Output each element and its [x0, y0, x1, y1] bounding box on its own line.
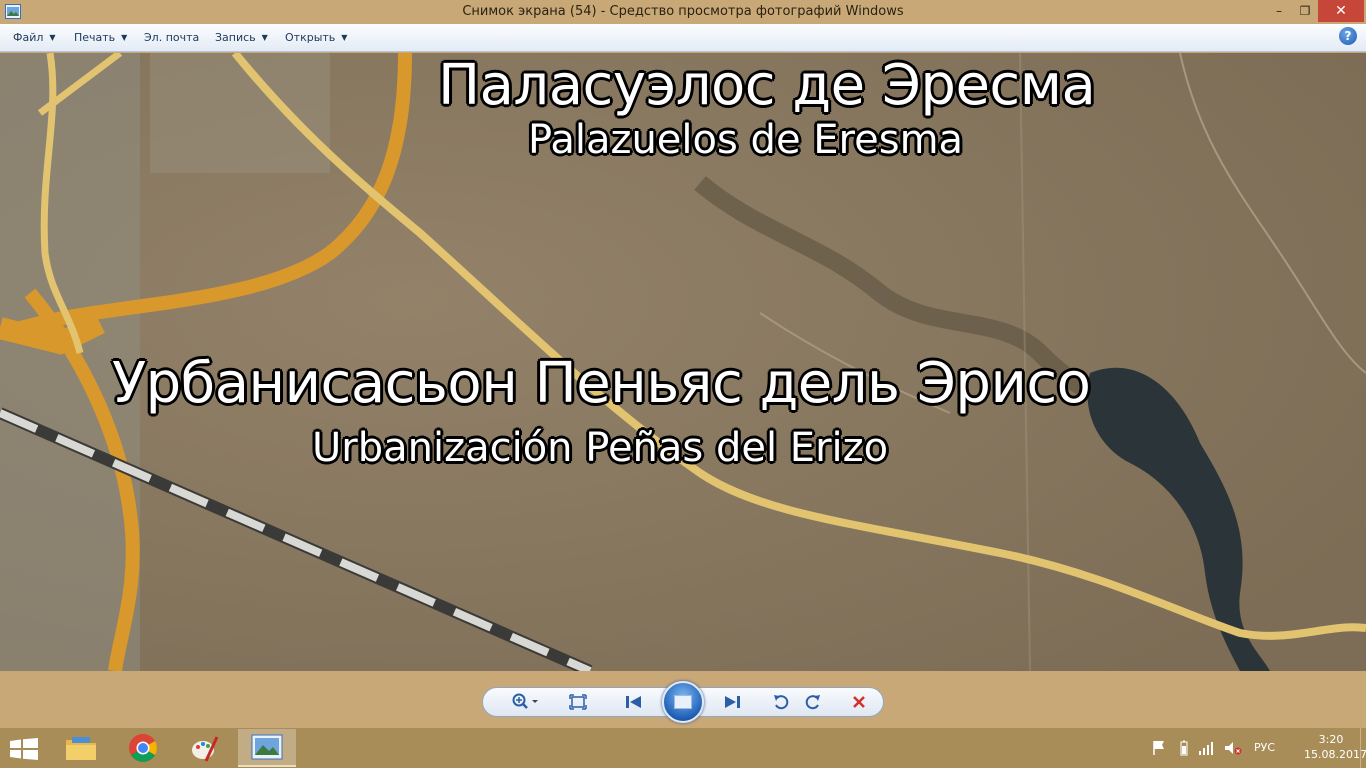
system-clock[interactable]: 3:20 15.08.2017 [1304, 732, 1366, 762]
viewer-toolbar [0, 671, 1366, 728]
rotate-right-icon[interactable] [800, 687, 826, 717]
menu-file[interactable]: Файл ▼ [13, 31, 56, 44]
fit-window-icon[interactable] [562, 687, 594, 717]
chevron-down-icon: ▼ [341, 33, 348, 42]
menu-open-label: Открыть [285, 31, 336, 44]
taskbar: РУС 3:20 15.08.2017 [0, 728, 1366, 768]
map-label-palazuelos-ru: Паласуэлос де Эресма [438, 53, 1096, 118]
chevron-down-icon: ▼ [121, 33, 128, 42]
chevron-down-icon: ▼ [261, 33, 268, 42]
zoom-icon[interactable] [506, 687, 546, 717]
windows-start-icon[interactable] [10, 738, 38, 760]
menu-burn-label: Запись [215, 31, 256, 44]
photo-display[interactable]: Паласуэлос де Эресма Palazuelos de Eresm… [0, 53, 1366, 671]
delete-icon[interactable] [846, 687, 872, 717]
slideshow-screen-icon [674, 695, 692, 709]
chrome-icon[interactable] [114, 729, 172, 767]
window-title: Снимок экрана (54) - Средство просмотра … [462, 4, 904, 19]
maximize-button[interactable]: ❐ [1292, 0, 1318, 22]
title-bar: Снимок экрана (54) - Средство просмотра … [0, 0, 1366, 24]
next-icon[interactable] [710, 687, 754, 717]
input-language-indicator[interactable]: РУС [1254, 741, 1275, 754]
menu-bar: Файл ▼ Печать ▼ Эл. почта Запись ▼ Открыть ▼… [0, 24, 1366, 52]
show-desktop-button[interactable] [1360, 728, 1366, 768]
volume-muted-icon[interactable] [1224, 740, 1242, 756]
photo-viewer-icon[interactable] [238, 729, 296, 767]
menu-email[interactable]: Эл. почта [144, 31, 199, 44]
previous-icon[interactable] [612, 687, 656, 717]
menu-print-label: Печать [74, 31, 116, 44]
map-label-penas-ru: Урбанисасьон Пеньяс дель Эрисо [112, 351, 1091, 416]
slideshow-icon[interactable] [662, 681, 704, 723]
battery-icon[interactable] [1180, 740, 1188, 756]
clock-date: 15.08.2017 [1304, 748, 1366, 761]
menu-file-label: Файл [13, 31, 44, 44]
menu-open[interactable]: Открыть ▼ [285, 31, 347, 44]
chevron-down-icon: ▼ [49, 33, 56, 42]
flag-icon[interactable] [1152, 740, 1166, 756]
signal-icon[interactable] [1198, 740, 1214, 756]
paint-icon[interactable] [176, 729, 234, 767]
clock-time: 3:20 [1318, 733, 1344, 746]
map-label-palazuelos-es: Palazuelos de Eresma [528, 117, 964, 163]
map-label-penas-es: Urbanización Peñas del Erizo [312, 425, 889, 471]
file-explorer-icon[interactable] [52, 729, 110, 767]
help-icon[interactable]: ? [1339, 27, 1357, 45]
menu-print[interactable]: Печать ▼ [74, 31, 127, 44]
menu-burn[interactable]: Запись ▼ [215, 31, 268, 44]
rotate-left-icon[interactable] [768, 687, 794, 717]
minimize-button[interactable]: – [1266, 0, 1292, 22]
close-button[interactable]: ✕ [1318, 0, 1364, 22]
menu-email-label: Эл. почта [144, 31, 200, 44]
